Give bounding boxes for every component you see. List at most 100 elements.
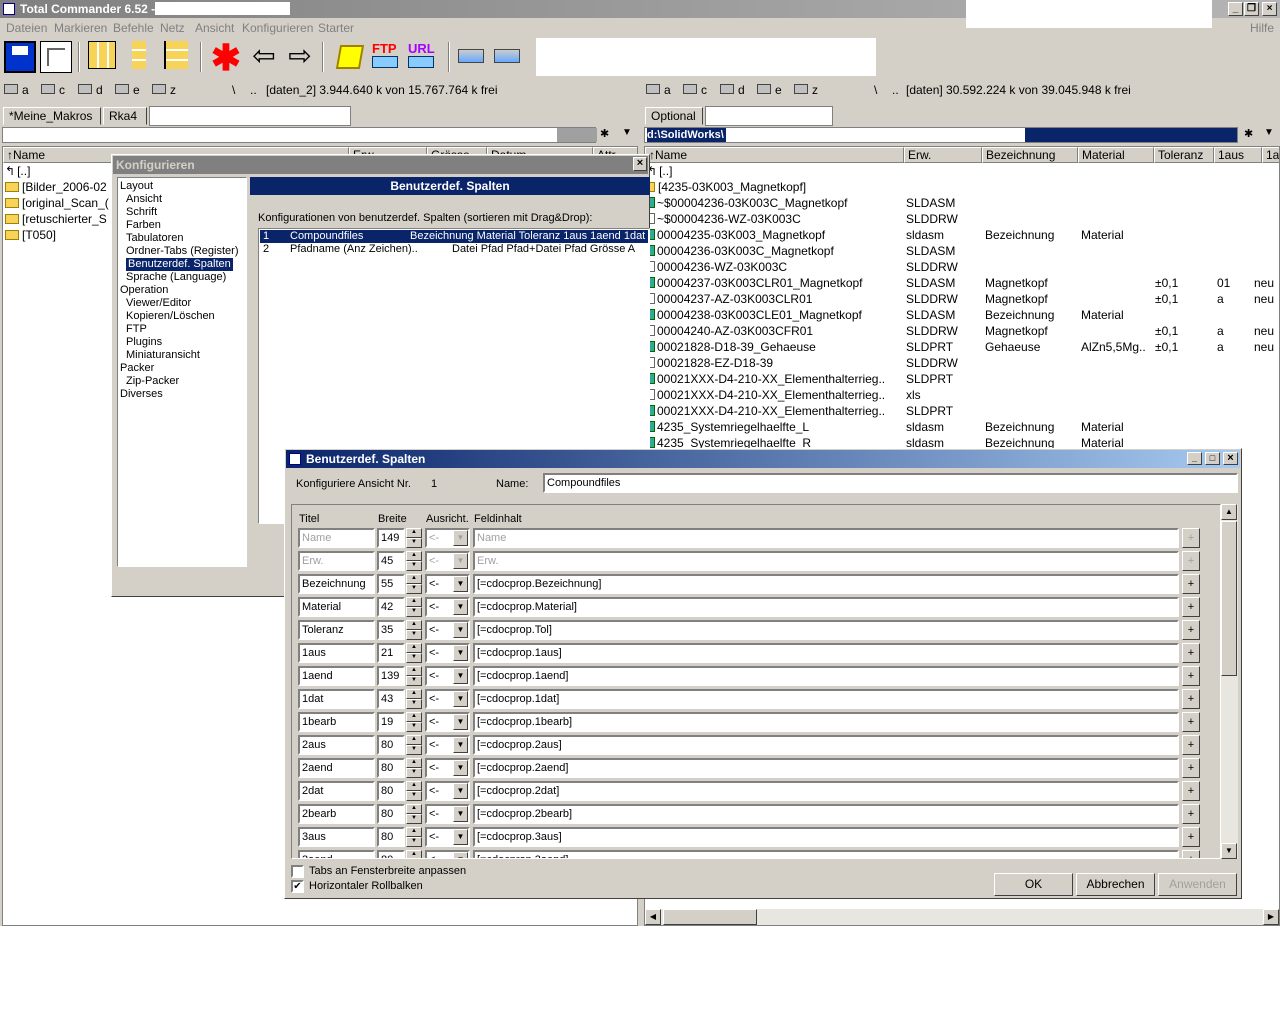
tree-item[interactable]: Zip-Packer [126,375,179,388]
table-row[interactable]: 00004240-AZ-03K003CFR01 SLDDRW Magnetkopf ±… [645,323,1279,339]
table-row[interactable]: 00004235-03K003_Magnetkopf sldasm Bezeichn… [645,227,1279,243]
spin-up-icon[interactable]: ▲ [406,712,422,722]
right-header-5[interactable]: 1aus [1214,147,1262,163]
field-add-button[interactable]: + [1182,574,1200,594]
right-header-4[interactable]: Toleranz [1154,147,1214,163]
title-input[interactable]: 2bearb [298,804,375,824]
scroll-right-button[interactable]: ▶ [1263,909,1279,925]
tree-item[interactable]: Ordner-Tabs (Register) [126,245,238,258]
menu-befehle[interactable]: Befehle [113,21,154,35]
width-spinner[interactable]: ▲▼ [406,574,422,594]
left-path-bar[interactable] [2,127,597,143]
width-spinner[interactable]: ▲▼ [406,551,422,571]
spin-down-icon[interactable]: ▼ [406,561,422,571]
alignment-select[interactable]: <- ▼ [425,804,470,824]
width-spinner[interactable]: ▲▼ [406,804,422,824]
field-add-button[interactable]: + [1182,666,1200,686]
konfig-close-button[interactable]: × [633,157,647,171]
field-add-button[interactable]: + [1182,735,1200,755]
list-item[interactable]: ↰ [..] [3,163,30,179]
drive-z-label[interactable]: z [812,83,818,97]
width-spinner[interactable]: ▲▼ [406,597,422,617]
spin-down-icon[interactable]: ▼ [406,607,422,617]
drive-d-icon[interactable] [78,84,92,94]
right-hscrollbar[interactable]: ◀ ▶ [645,909,1279,925]
chevron-down-icon[interactable]: ▼ [453,599,468,615]
tabs-fit-checkbox[interactable] [291,865,304,878]
spin-up-icon[interactable]: ▲ [406,597,422,607]
right-header-0[interactable]: ↑Name [645,147,904,163]
right-history-dropdown-icon[interactable]: ▼ [1264,127,1274,138]
table-row[interactable]: [4235-03K003_Magnetkopf] [645,179,1279,195]
tree-item[interactable]: Sprache (Language) [126,271,226,284]
width-input[interactable]: 80 [377,781,405,801]
drive-a-label[interactable]: a [22,83,29,97]
parent-button[interactable]: .. [892,83,899,97]
menu-netz[interactable]: Netz [160,21,185,35]
drive-c-label[interactable]: c [701,83,707,97]
title-input[interactable]: Toleranz [298,620,375,640]
drive-e-label[interactable]: e [133,83,140,97]
minimize-button[interactable]: _ [1228,2,1243,16]
drive-d-label[interactable]: d [96,83,103,97]
width-spinner[interactable]: ▲▼ [406,643,422,663]
konfig-tree[interactable]: Layout Ansicht Schrift Farben Tabulatoren Ord… [117,177,247,567]
field-add-button[interactable]: + [1182,712,1200,732]
alignment-select[interactable]: <- ▼ [425,643,470,663]
field-content-input[interactable]: [=cdocprop.Bezeichnung] [473,574,1179,594]
alignment-select[interactable]: <- ▼ [425,689,470,709]
field-content-input[interactable]: [=cdocprop.2aus] [473,735,1179,755]
close-button[interactable]: × [1262,2,1277,16]
name-input[interactable]: Compoundfiles [543,473,1238,493]
field-content-input[interactable]: [=cdocprop.2aend] [473,758,1179,778]
width-spinner[interactable]: ▲▼ [406,528,422,548]
alignment-select[interactable]: <- ▼ [425,850,470,858]
spin-up-icon[interactable]: ▲ [406,574,422,584]
tree-item[interactable]: Ansicht [126,193,162,206]
field-content-input[interactable]: [=cdocprop.3aend] [473,850,1179,858]
list-item[interactable]: [original_Scan_( [3,195,109,211]
tree-item[interactable]: Diverses [120,388,163,401]
ok-button[interactable]: OK [994,873,1073,896]
spin-down-icon[interactable]: ▼ [406,837,422,847]
drive-c-icon[interactable] [41,84,55,94]
spin-down-icon[interactable]: ▼ [406,676,422,686]
root-button[interactable]: \ [232,83,235,97]
field-content-input[interactable]: [=cdocprop.1dat] [473,689,1179,709]
chevron-down-icon[interactable]: ▼ [453,645,468,661]
vscroll-thumb[interactable] [1221,521,1237,676]
field-add-button[interactable]: + [1182,850,1200,858]
spin-down-icon[interactable]: ▼ [406,768,422,778]
menu-help[interactable]: Hilfe [1250,21,1274,35]
tree-item[interactable]: Kopieren/Löschen [126,310,215,323]
asterisk-icon[interactable]: ✱ [210,40,242,76]
alignment-select[interactable]: <- ▼ [425,551,470,571]
dialog-close-button[interactable]: × [1223,452,1238,465]
pack-icon[interactable] [334,41,366,73]
drive-a-label[interactable]: a [664,83,671,97]
alignment-select[interactable]: <- ▼ [425,597,470,617]
spin-down-icon[interactable]: ▼ [406,538,422,548]
drive-z-icon[interactable] [794,84,808,94]
width-input[interactable]: 139 [377,666,405,686]
drive-e-label[interactable]: e [775,83,782,97]
drive-z-label[interactable]: z [170,83,176,97]
drive-c-icon[interactable] [683,84,697,94]
tree-item[interactable]: Plugins [126,336,162,349]
list-item[interactable]: [T050] [3,227,56,243]
columns-vscrollbar[interactable]: ▲ ▼ [1221,504,1238,859]
spin-up-icon[interactable]: ▲ [406,850,422,858]
cancel-button[interactable]: Abbrechen [1076,873,1155,896]
table-row[interactable]: 00004236-WZ-03K003C SLDDRW [645,259,1279,275]
width-spinner[interactable]: ▲▼ [406,758,422,778]
url-icon[interactable]: URL [408,41,440,73]
tab-rka4[interactable]: Rka4 [103,107,147,125]
tree-item[interactable]: Farben [126,219,161,232]
drive-d-label[interactable]: d [738,83,745,97]
left-history-star-icon[interactable]: ✱ [600,127,609,140]
title-input[interactable]: 1aend [298,666,375,686]
menu-starter[interactable]: Starter [318,21,354,35]
full-view-icon[interactable] [124,41,156,73]
field-add-button[interactable]: + [1182,689,1200,709]
table-row[interactable]: 00021XXX-D4-210-XX_Elementhalterrieg.. xl… [645,387,1279,403]
